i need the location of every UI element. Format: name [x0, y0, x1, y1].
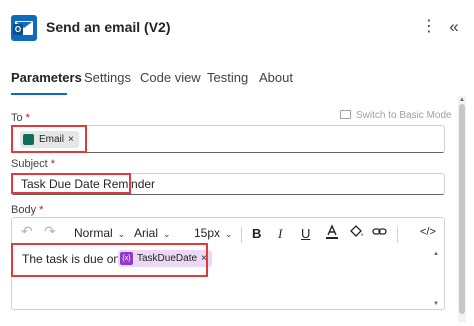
body-text: The task is due on: — [22, 252, 124, 266]
tab-settings[interactable]: Settings — [84, 70, 131, 85]
bold-button[interactable]: B — [252, 226, 261, 241]
more-options-icon[interactable]: ⋮ — [421, 14, 437, 40]
panel-header: O Send an email (V2) ⋮ « — [0, 0, 474, 56]
paragraph-style-dropdown[interactable]: Normal ⌄ — [74, 226, 125, 240]
undo-icon[interactable]: ↶ — [21, 223, 33, 240]
highlight-color-button[interactable] — [349, 224, 364, 242]
tab-parameters[interactable]: Parameters — [11, 70, 82, 85]
switch-to-basic-mode-button[interactable]: Switch to Basic Mode — [340, 110, 452, 121]
email-token[interactable]: Email × — [20, 131, 79, 148]
outlook-icon: O — [11, 15, 37, 41]
tab-testing[interactable]: Testing — [207, 70, 248, 85]
tab-bar: Parameters Settings Code view Testing Ab… — [0, 62, 474, 98]
toolbar-divider — [397, 227, 398, 243]
scroll-up-icon: ▲ — [433, 251, 439, 257]
paint-bucket-icon — [350, 225, 363, 237]
font-color-icon — [326, 224, 338, 239]
to-field[interactable]: Email × — [11, 125, 445, 153]
toolbar-divider — [241, 227, 242, 243]
code-view-button[interactable]: </> — [420, 226, 436, 238]
subject-value: Task Due Date Reminder — [21, 177, 156, 191]
chevron-down-icon: ⌄ — [117, 229, 126, 239]
font-family-dropdown[interactable]: Arial ⌄ — [134, 226, 171, 240]
dynamic-content-icon — [23, 134, 34, 145]
underline-button[interactable]: U — [301, 226, 310, 241]
action-title: Send an email (V2) — [46, 19, 171, 35]
remove-token-icon[interactable]: × — [68, 134, 74, 145]
active-tab-indicator — [11, 93, 67, 95]
scrollbar-thumb[interactable] — [459, 104, 465, 314]
task-due-date-token[interactable]: {x} TaskDueDate × — [118, 250, 212, 267]
body-label: Body * — [11, 204, 44, 216]
link-icon — [372, 228, 387, 235]
italic-button[interactable]: I — [278, 226, 282, 242]
body-editor[interactable]: ↶ ↷ Normal ⌄ Arial ⌄ 15px ⌄ B I U </> The t… — [11, 217, 445, 310]
scroll-up-icon[interactable]: ▲ — [458, 96, 466, 104]
redo-icon[interactable]: ↷ — [44, 223, 56, 240]
tab-about[interactable]: About — [259, 70, 293, 85]
collapse-panel-icon[interactable]: « — [444, 14, 464, 40]
font-color-button[interactable] — [325, 224, 339, 242]
subject-label: Subject * — [11, 158, 55, 170]
insert-link-button[interactable] — [372, 224, 387, 242]
font-size-dropdown[interactable]: 15px ⌄ — [194, 226, 233, 240]
tab-code-view[interactable]: Code view — [140, 70, 201, 85]
chevron-down-icon: ⌄ — [163, 229, 171, 239]
chevron-down-icon: ⌄ — [225, 229, 233, 239]
scroll-down-icon: ▼ — [433, 301, 439, 307]
subject-field[interactable]: Task Due Date Reminder — [11, 173, 445, 195]
editor-scrollbar[interactable]: ▲ ▼ — [432, 251, 440, 307]
switch-mode-icon — [340, 110, 351, 119]
variable-icon: {x} — [120, 252, 133, 265]
to-label: To * — [11, 112, 30, 124]
remove-token-icon[interactable]: × — [201, 253, 207, 264]
